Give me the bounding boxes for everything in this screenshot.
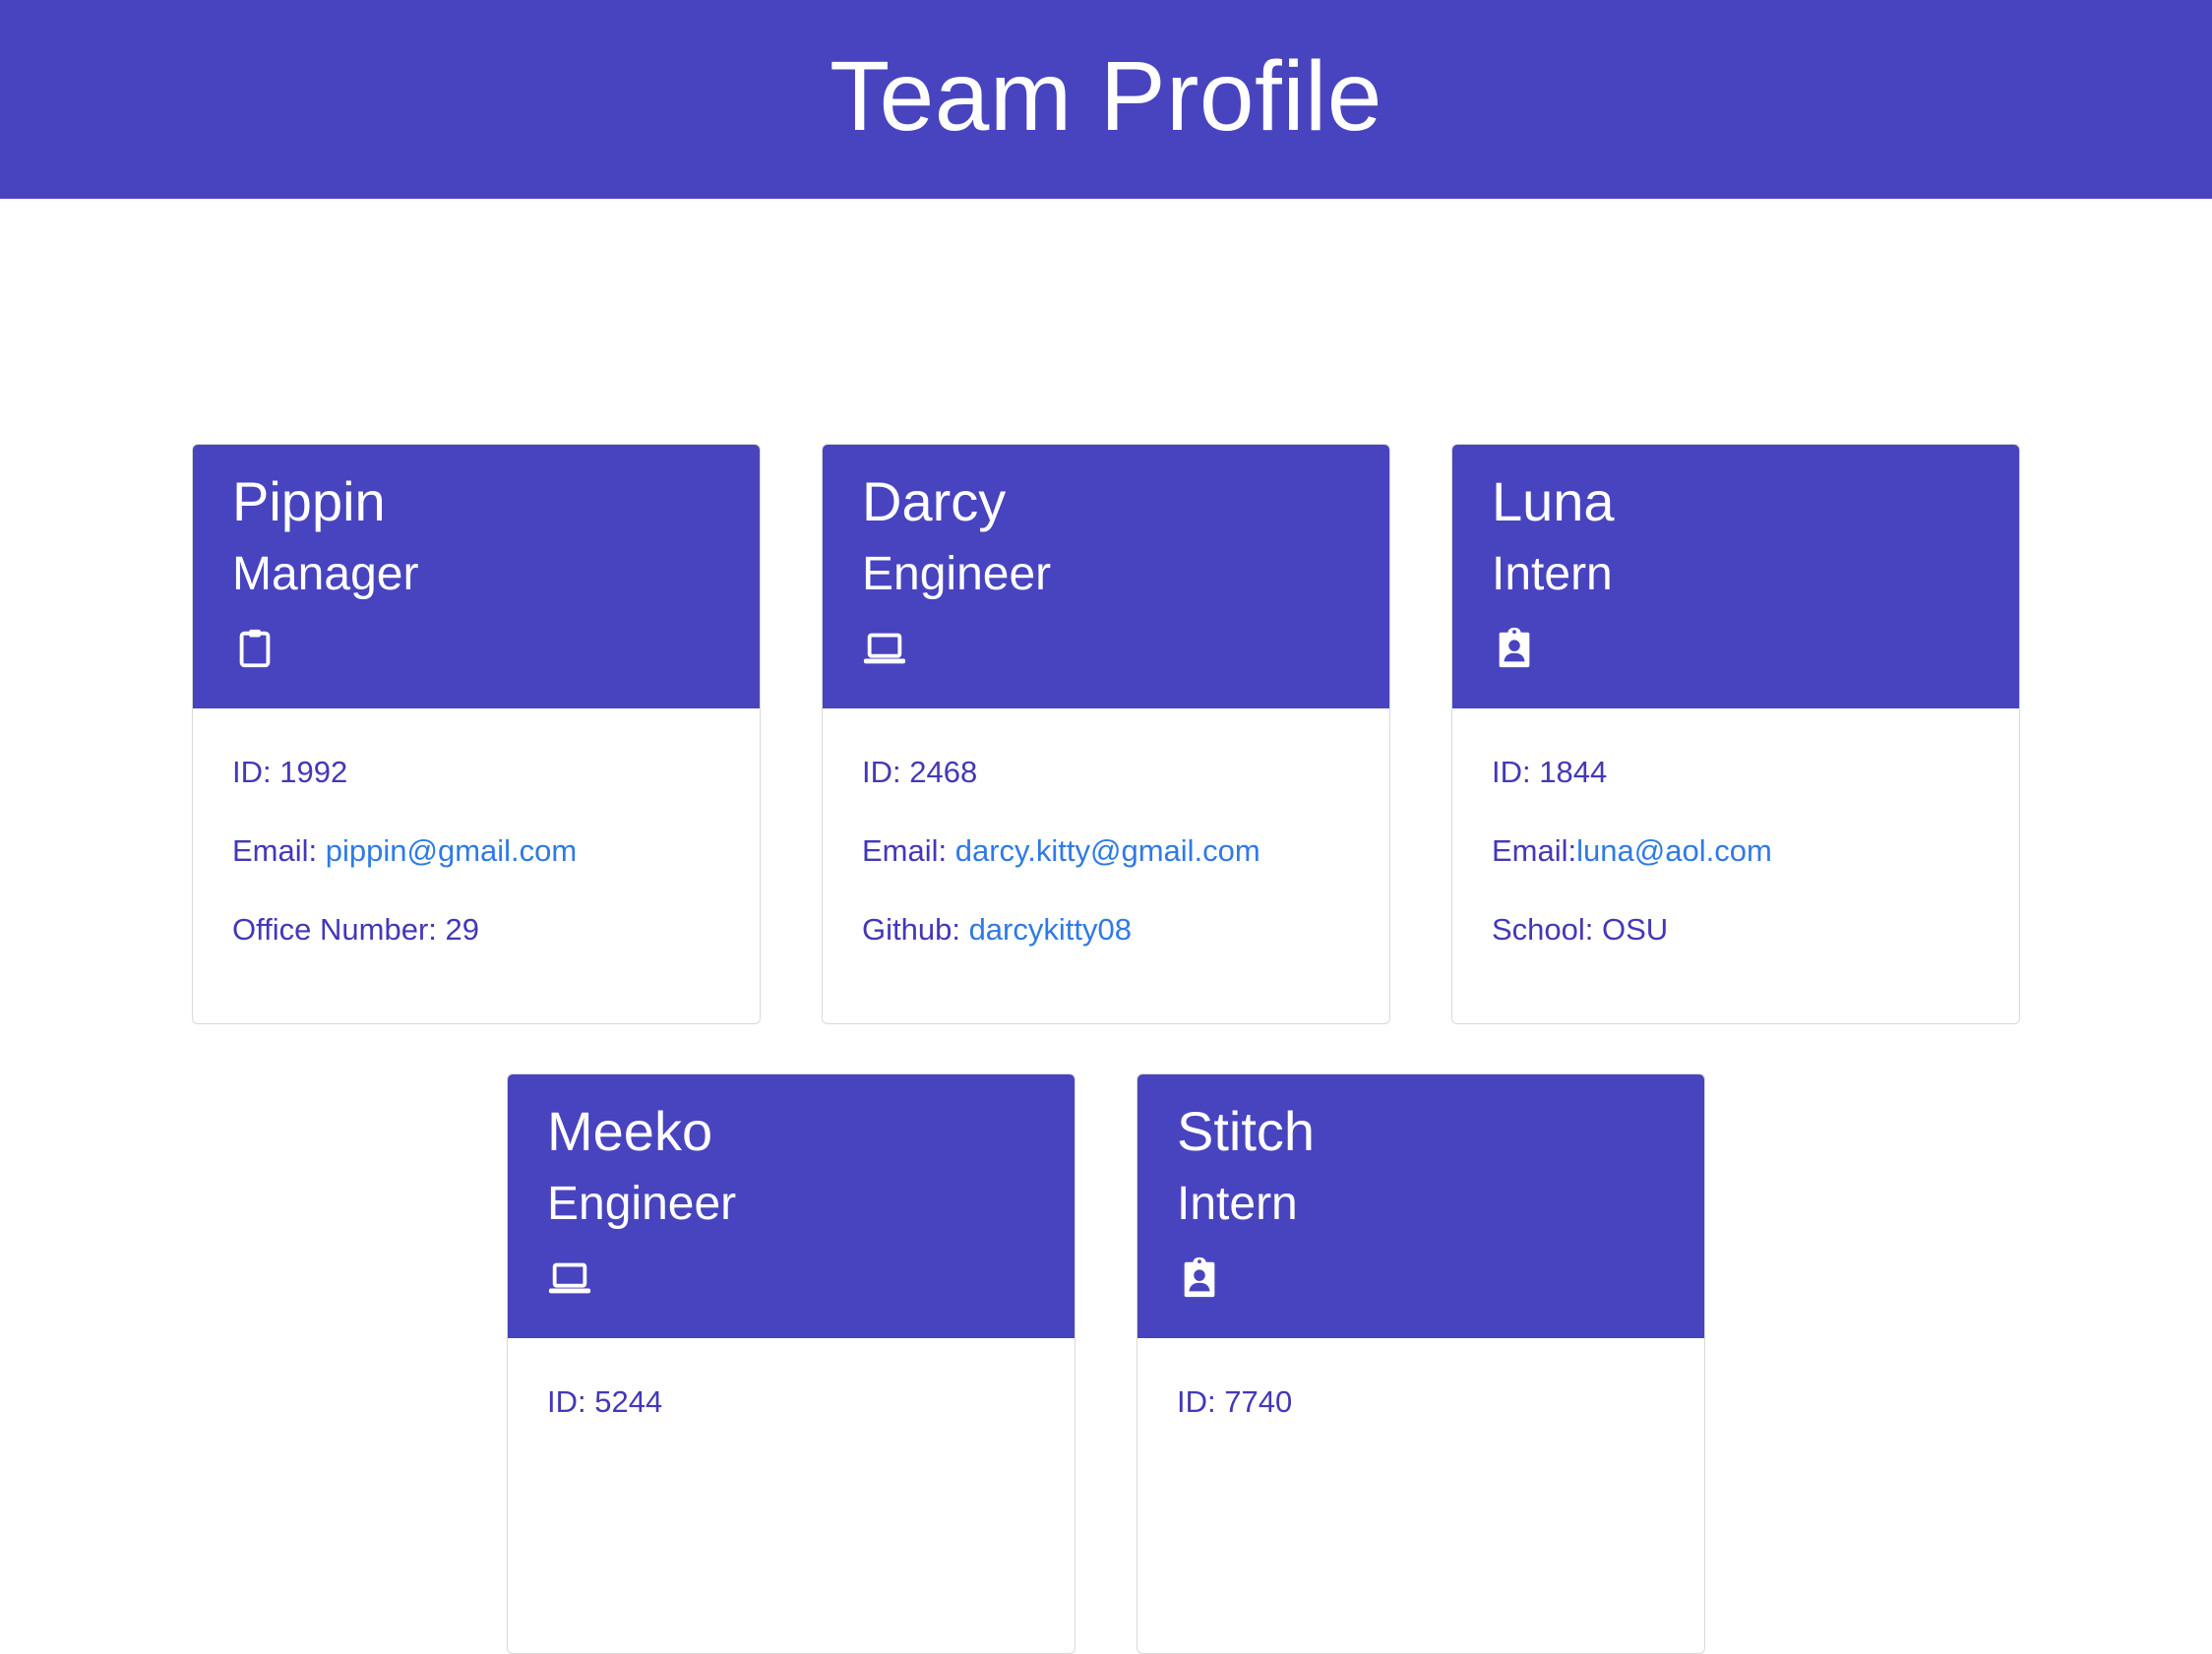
- employee-role: Intern: [1177, 1178, 1298, 1230]
- employee-role: Engineer: [862, 548, 1052, 600]
- employee-role: Manager: [232, 548, 419, 600]
- card-header: Darcy Engineer: [823, 445, 1389, 708]
- id-value: 5244: [594, 1384, 663, 1419]
- email-row: Email: pippin@gmail.com: [232, 833, 578, 868]
- card-header: Meeko Engineer: [508, 1074, 1075, 1338]
- employee-card: Pippin Manager ID: 1992 Email: pippin@gm…: [192, 444, 761, 1024]
- office-number-value: 29: [445, 912, 479, 947]
- id-row: ID: 1844: [1492, 755, 1608, 789]
- clipboard-icon: [239, 629, 271, 668]
- office-number-row: Office Number: 29: [232, 912, 479, 947]
- employee-name: Pippin: [232, 470, 386, 532]
- card-body: ID: 1992 Email: pippin@gmail.com Office …: [193, 708, 760, 988]
- id-value: 1992: [279, 755, 348, 789]
- employee-card: Meeko Engineer ID: 5244: [507, 1073, 1075, 1654]
- card-body: ID: 5244: [508, 1338, 1075, 1460]
- employee-card: Stitch Intern ID: 7740: [1137, 1073, 1705, 1654]
- card-body: ID: 7740: [1137, 1338, 1704, 1460]
- card-body: ID: 1844 Email:luna@aol.com School: OSU: [1452, 708, 2019, 988]
- laptop-icon: [548, 1262, 591, 1294]
- id-value: 1844: [1539, 755, 1608, 789]
- card-header: Pippin Manager: [193, 445, 760, 708]
- email-link[interactable]: darcy.kitty@gmail.com: [955, 833, 1260, 868]
- employee-role: Intern: [1492, 548, 1613, 600]
- id-value: 2468: [909, 755, 978, 789]
- page-header: Team Profile: [0, 0, 2212, 199]
- employee-card: Darcy Engineer ID: 2468 Email: darcy.kit…: [822, 444, 1390, 1024]
- page-title: Team Profile: [830, 41, 1382, 152]
- email-row: Email: darcy.kitty@gmail.com: [862, 833, 1260, 868]
- employee-name: Luna: [1492, 470, 1615, 532]
- card-body: ID: 2468 Email: darcy.kitty@gmail.com Gi…: [823, 708, 1389, 988]
- id-value: 7740: [1224, 1384, 1293, 1419]
- employee-card: Luna Intern ID: 1844 Email:luna@aol.com …: [1451, 444, 2020, 1024]
- employee-name: Stitch: [1177, 1100, 1316, 1162]
- id-row: ID: 1992: [232, 755, 348, 789]
- id-row: ID: 7740: [1177, 1384, 1293, 1419]
- github-row: Github: darcykitty08: [862, 912, 1132, 947]
- school-value: OSU: [1602, 912, 1669, 947]
- github-link[interactable]: darcykitty08: [969, 912, 1132, 947]
- employee-name: Darcy: [862, 470, 1007, 532]
- employee-name: Meeko: [547, 1100, 713, 1162]
- card-header: Luna Intern: [1452, 445, 2019, 708]
- school-row: School: OSU: [1492, 912, 1669, 947]
- employee-role: Engineer: [547, 1178, 737, 1230]
- laptop-icon: [863, 633, 906, 664]
- id-badge-icon: [1499, 627, 1530, 668]
- email-link[interactable]: pippin@gmail.com: [326, 833, 577, 868]
- email-row: Email:luna@aol.com: [1492, 833, 1772, 868]
- id-row: ID: 5244: [547, 1384, 663, 1419]
- email-link[interactable]: luna@aol.com: [1576, 833, 1772, 868]
- id-badge-icon: [1184, 1256, 1215, 1298]
- card-header: Stitch Intern: [1137, 1074, 1704, 1338]
- id-row: ID: 2468: [862, 755, 978, 789]
